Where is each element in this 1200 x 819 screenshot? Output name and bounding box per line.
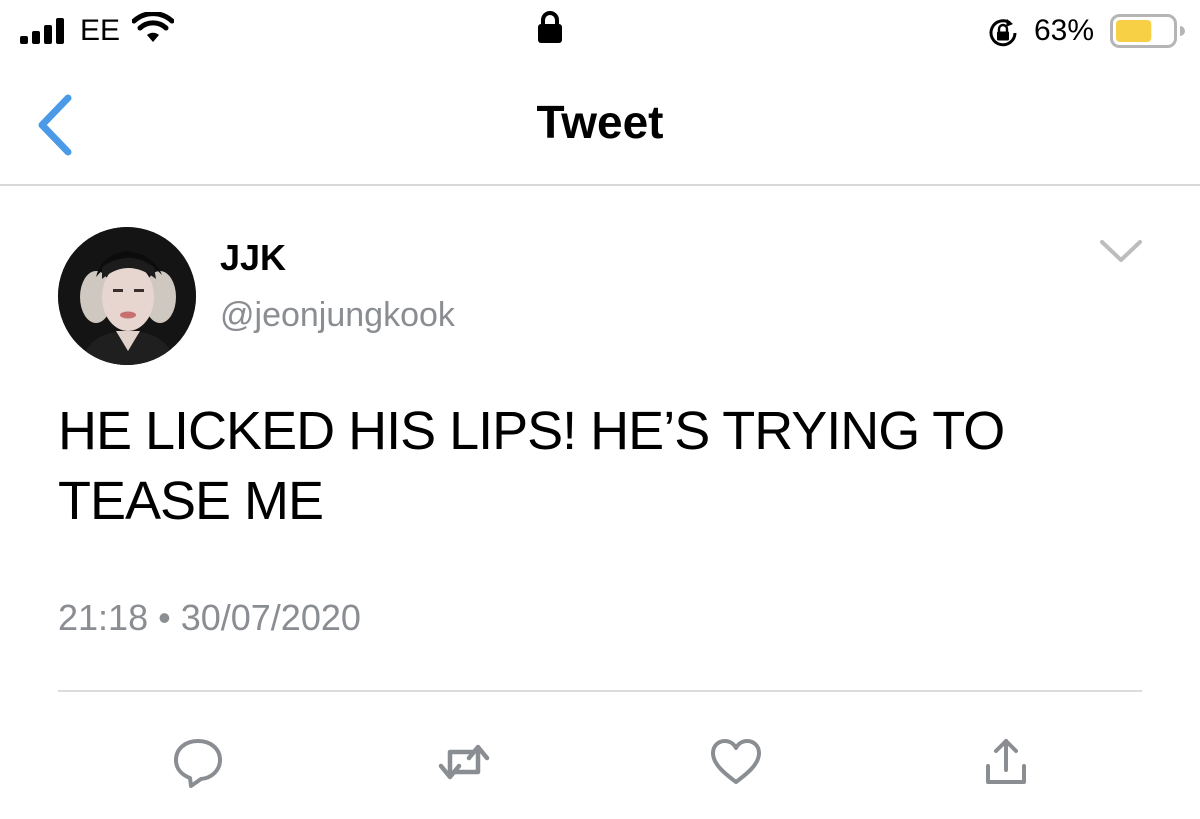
status-bar: EE 63% [0,0,1200,64]
share-icon [986,739,1026,784]
carrier-label: EE [80,14,121,47]
timestamp-separator: • [158,597,171,638]
like-button[interactable] [706,732,766,792]
tweet-detail-screen: EE 63% Tweet JJK @jeonjungkook HE LICKED… [0,0,1200,819]
lock-icon [538,11,562,43]
navigation-bar: Tweet [0,64,1200,186]
avatar[interactable] [58,227,196,365]
tweet-actions-bar [0,720,1200,810]
battery-percentage: 63% [1034,14,1095,47]
battery-icon [1110,14,1185,48]
display-name[interactable]: JJK [220,236,286,280]
tweet-timestamp: 21:18 • 30/07/2020 [58,596,361,640]
wifi-icon [132,12,174,42]
page-title: Tweet [536,96,664,148]
heart-icon [711,739,761,784]
tweet-text: HE LICKED HIS LIPS! HE’S TRYING TO TEASE… [58,401,1005,531]
share-button[interactable] [976,732,1036,792]
divider [58,690,1142,692]
chevron-down-icon[interactable] [1096,232,1146,272]
user-handle[interactable]: @jeonjungkook [220,294,455,336]
battery-level-fill [1116,20,1152,42]
retweet-icon [438,744,490,780]
retweet-button[interactable] [434,732,494,792]
rotation-lock-icon [989,19,1017,47]
tweet-date: 30/07/2020 [180,597,361,638]
avatar-photo [58,227,196,365]
reply-button[interactable] [168,732,228,792]
signal-bars-icon [20,18,64,44]
reply-icon [174,739,222,788]
tweet-time: 21:18 [58,597,149,638]
